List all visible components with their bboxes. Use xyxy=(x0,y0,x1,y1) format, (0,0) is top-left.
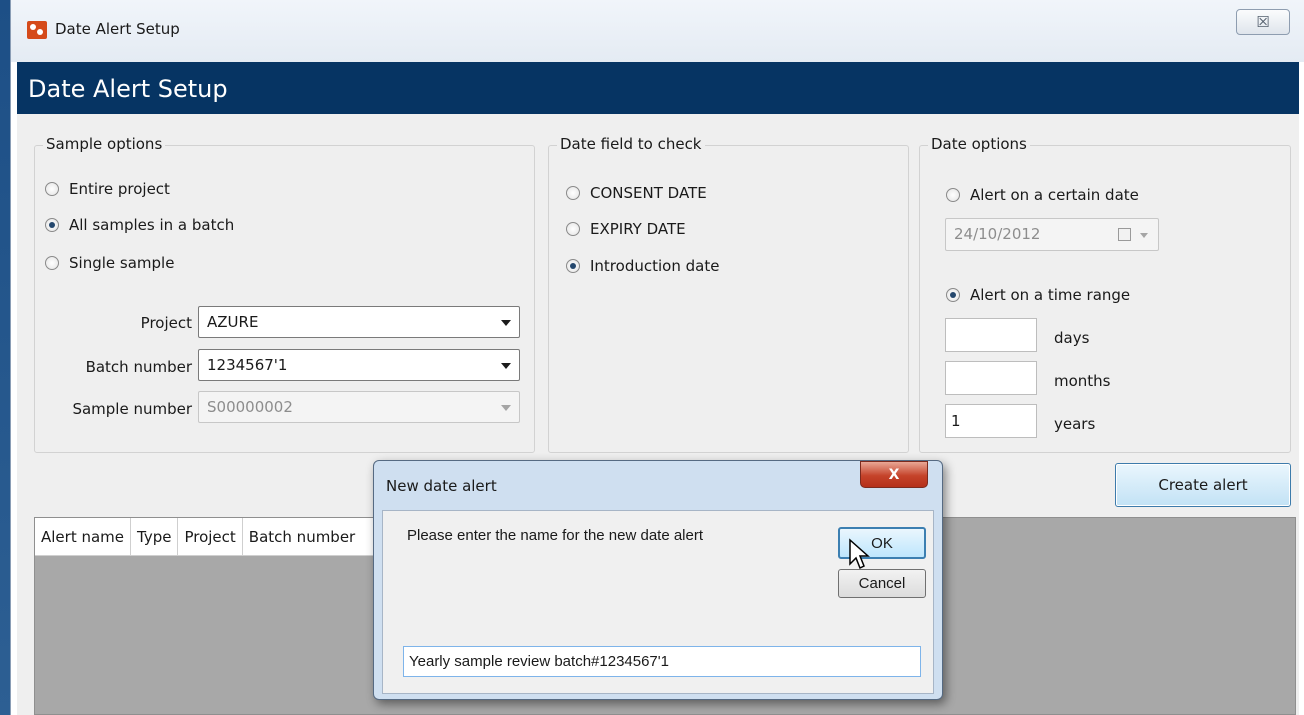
radio-alert-certain-date[interactable]: Alert on a certain date xyxy=(946,186,1139,204)
dialog-prompt: Please enter the name for the new date a… xyxy=(407,527,704,544)
table-header: Alert name Type Project Batch number xyxy=(35,518,403,556)
window-titlebar: Date Alert Setup ☒ xyxy=(11,0,1304,62)
date-field-group: Date field to check CONSENT DATE EXPIRY … xyxy=(548,135,909,453)
radio-button[interactable] xyxy=(566,222,580,236)
dialog-close-button[interactable]: X xyxy=(860,461,928,488)
dialog-title: New date alert xyxy=(386,477,497,495)
close-icon: X xyxy=(888,466,900,483)
radio-button[interactable] xyxy=(946,288,960,302)
radio-button[interactable] xyxy=(566,259,580,273)
sample-number-value: S00000002 xyxy=(207,398,293,416)
project-value: AZURE xyxy=(207,313,259,331)
sample-options-group: Sample options Entire project All sample… xyxy=(34,135,535,453)
radio-label: Single sample xyxy=(69,254,175,272)
certain-date-picker: 24/10/2012 xyxy=(945,218,1159,251)
radio-button[interactable] xyxy=(45,182,59,196)
radio-single-sample[interactable]: Single sample xyxy=(45,254,174,272)
months-label: months xyxy=(1054,372,1111,390)
radio-introduction-date[interactable]: Introduction date xyxy=(566,257,719,275)
radio-label: Entire project xyxy=(69,180,170,198)
radio-alert-time-range[interactable]: Alert on a time range xyxy=(946,286,1130,304)
project-select[interactable]: AZURE xyxy=(198,306,520,338)
project-label: Project xyxy=(140,314,192,332)
chevron-down-icon xyxy=(501,405,511,411)
column-header-type[interactable]: Type xyxy=(131,518,179,556)
radio-expiry-date[interactable]: EXPIRY DATE xyxy=(566,220,686,238)
radio-entire-project[interactable]: Entire project xyxy=(45,180,170,198)
close-icon: ☒ xyxy=(1256,13,1270,31)
days-input[interactable] xyxy=(945,318,1037,352)
date-options-group: Date options Alert on a certain date 24/… xyxy=(919,135,1291,453)
calendar-icon xyxy=(1118,228,1131,241)
radio-all-samples-in-batch[interactable]: All samples in a batch xyxy=(45,216,234,234)
radio-label: Introduction date xyxy=(590,257,720,275)
sample-number-label: Sample number xyxy=(72,400,192,418)
chevron-down-icon xyxy=(1140,233,1148,238)
batch-number-value: 1234567'1 xyxy=(207,356,288,374)
alert-name-input[interactable]: Yearly sample review batch#1234567'1 xyxy=(403,646,921,677)
days-label: days xyxy=(1054,329,1090,347)
months-input[interactable] xyxy=(945,361,1037,395)
radio-button[interactable] xyxy=(946,188,960,202)
desktop-background xyxy=(0,0,10,715)
mouse-pointer-icon xyxy=(849,538,870,570)
batch-number-select[interactable]: 1234567'1 xyxy=(198,349,520,381)
window-close-button[interactable]: ☒ xyxy=(1236,9,1290,35)
sample-options-legend: Sample options xyxy=(43,135,166,153)
sample-number-select: S00000002 xyxy=(198,391,520,423)
years-label: years xyxy=(1054,415,1096,433)
chevron-down-icon xyxy=(501,320,511,326)
radio-button[interactable] xyxy=(45,256,59,270)
date-options-legend: Date options xyxy=(928,135,1030,153)
column-header-alert-name[interactable]: Alert name xyxy=(35,518,132,556)
radio-label: Alert on a certain date xyxy=(970,186,1139,204)
date-field-legend: Date field to check xyxy=(557,135,705,153)
app-icon xyxy=(27,21,47,39)
create-alert-button[interactable]: Create alert xyxy=(1115,463,1291,507)
batch-number-label: Batch number xyxy=(85,358,192,376)
page-title: Date Alert Setup xyxy=(17,62,1299,114)
window-title: Date Alert Setup xyxy=(55,20,180,38)
certain-date-value: 24/10/2012 xyxy=(954,225,1041,243)
chevron-down-icon xyxy=(501,363,511,369)
years-input[interactable]: 1 xyxy=(945,404,1037,438)
radio-label: CONSENT DATE xyxy=(590,184,707,202)
radio-consent-date[interactable]: CONSENT DATE xyxy=(566,184,707,202)
radio-label: Alert on a time range xyxy=(970,286,1131,304)
radio-button[interactable] xyxy=(566,186,580,200)
radio-button[interactable] xyxy=(45,218,59,232)
radio-label: All samples in a batch xyxy=(69,216,235,234)
new-date-alert-dialog: New date alert X Please enter the name f… xyxy=(373,460,943,700)
column-header-project[interactable]: Project xyxy=(178,518,243,556)
radio-label: EXPIRY DATE xyxy=(590,220,686,238)
